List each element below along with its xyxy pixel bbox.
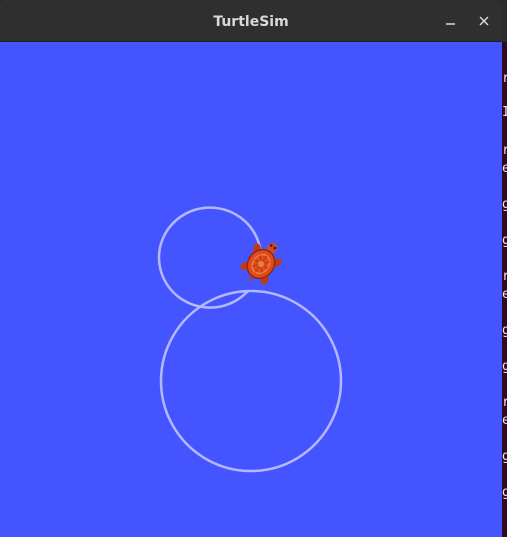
terminal-glyph: g: [502, 485, 507, 500]
desktop-background: r I r e g g r e g g r e g g TurtleSim: [0, 0, 507, 537]
terminal-glyph: r: [502, 269, 507, 284]
terminal-glyph: I: [502, 105, 507, 120]
terminal-glyph: g: [502, 197, 507, 212]
terminal-glyph: r: [502, 395, 507, 410]
pen-trail-large-circle: [159, 289, 343, 473]
window-titlebar[interactable]: TurtleSim: [0, 0, 502, 42]
terminal-glyph: g: [502, 323, 507, 338]
terminal-glyph: e: [502, 413, 507, 428]
terminal-glyph: g: [502, 449, 507, 464]
minimize-button[interactable]: [439, 9, 463, 33]
turtle-icon[interactable]: [234, 233, 290, 292]
terminal-glyph: r: [502, 71, 507, 86]
terminal-glyph: e: [502, 161, 507, 176]
terminal-glyph: g: [502, 359, 507, 374]
turtle-canvas: [3, 42, 502, 537]
close-button[interactable]: [472, 9, 496, 33]
terminal-glyph: e: [502, 287, 507, 302]
terminal-glyph: g: [502, 233, 507, 248]
canvas-drawing: [157, 206, 343, 473]
minimize-icon: [446, 23, 455, 25]
close-icon: [479, 16, 489, 26]
pen-trail-small-circle: [157, 206, 263, 309]
window-title: TurtleSim: [213, 14, 289, 30]
terminal-glyph: r: [502, 143, 507, 158]
turtlesim-window[interactable]: TurtleSim: [0, 0, 502, 537]
